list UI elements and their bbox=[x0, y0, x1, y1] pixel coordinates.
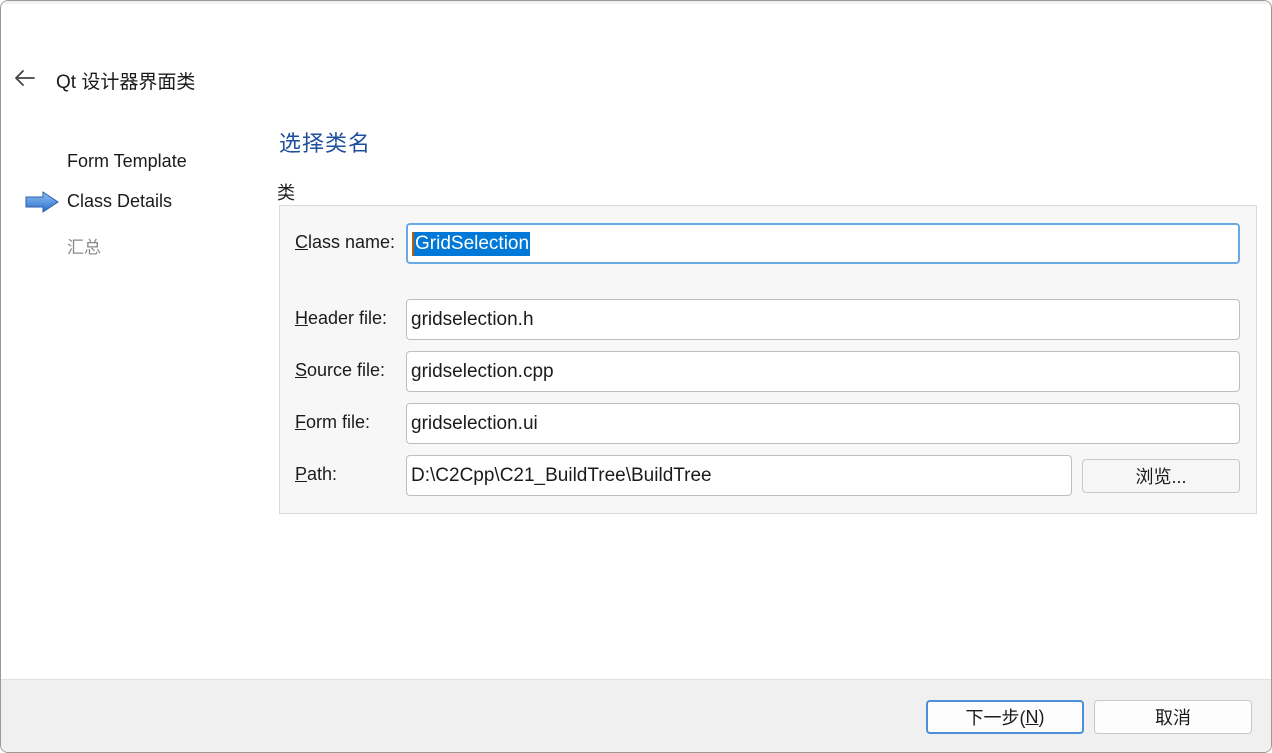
form-file-input[interactable]: gridselection.ui bbox=[406, 403, 1240, 444]
source-file-label: Source file: bbox=[295, 360, 386, 380]
step-arrow-icon bbox=[25, 191, 59, 213]
header-file-value: gridselection.h bbox=[411, 308, 534, 330]
class-name-label: Class name: bbox=[295, 232, 396, 252]
step-class-details: Class Details bbox=[67, 191, 173, 211]
browse-button[interactable]: 浏览... bbox=[1082, 459, 1240, 493]
class-name-value: GridSelection bbox=[412, 231, 531, 256]
wizard-dialog: Qt 设计器界面类 Form Template Class Details 汇总… bbox=[0, 0, 1272, 753]
cancel-button[interactable]: 取消 bbox=[1094, 700, 1252, 734]
path-value: D:\C2Cpp\C21_BuildTree\BuildTree bbox=[411, 464, 712, 486]
dialog-title: Qt 设计器界面类 bbox=[56, 72, 196, 93]
top-strip bbox=[1, 1, 1271, 4]
page-heading: 选择类名 bbox=[279, 131, 372, 156]
class-name-input[interactable]: GridSelection bbox=[406, 223, 1240, 264]
path-label: Path: bbox=[295, 464, 338, 484]
dialog-footer: 下一步(N) 取消 bbox=[1, 679, 1271, 752]
path-input[interactable]: D:\C2Cpp\C21_BuildTree\BuildTree bbox=[406, 455, 1072, 496]
step-summary: 汇总 bbox=[67, 238, 101, 257]
step-form-template: Form Template bbox=[67, 151, 187, 171]
next-button[interactable]: 下一步(N) bbox=[926, 700, 1084, 734]
form-file-label: Form file: bbox=[295, 412, 371, 432]
back-button[interactable] bbox=[11, 65, 39, 91]
source-file-input[interactable]: gridselection.cpp bbox=[406, 351, 1240, 392]
source-file-value: gridselection.cpp bbox=[411, 360, 554, 382]
header-file-input[interactable]: gridselection.h bbox=[406, 299, 1240, 340]
form-file-value: gridselection.ui bbox=[411, 412, 538, 434]
header-file-label: Header file: bbox=[295, 308, 388, 328]
group-label: 类 bbox=[277, 183, 295, 203]
arrow-left-icon bbox=[15, 70, 35, 86]
